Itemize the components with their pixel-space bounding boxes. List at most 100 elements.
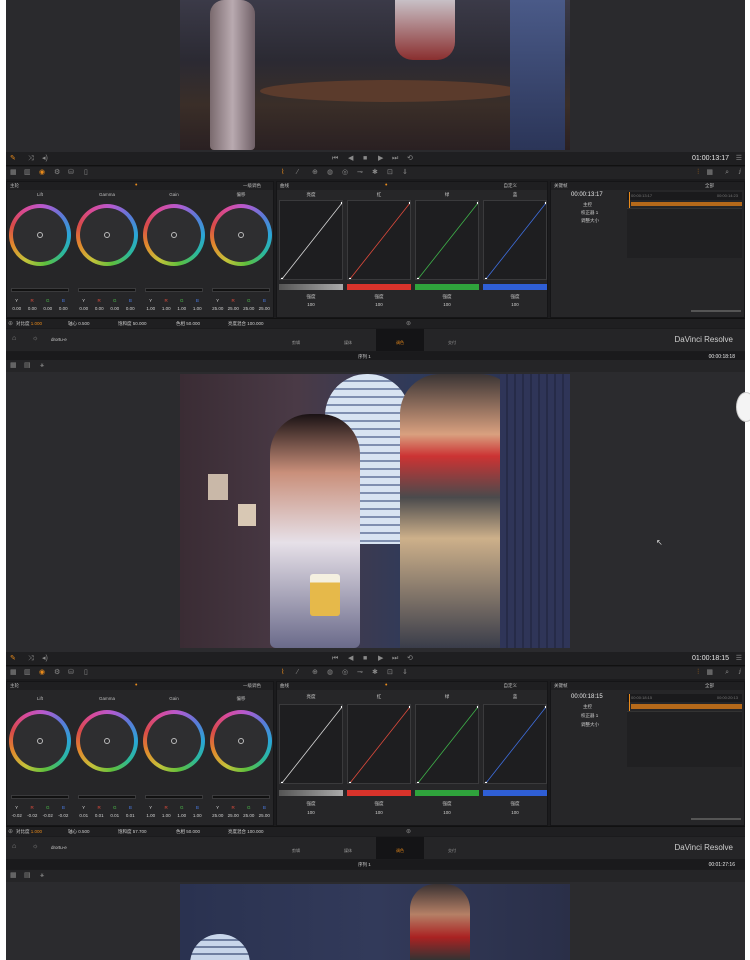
value[interactable]: 0.01: [95, 813, 104, 818]
play-icon[interactable]: ▶: [378, 155, 383, 163]
value[interactable]: -0.02: [58, 813, 68, 818]
curve-intensity-value[interactable]: 100: [415, 302, 479, 307]
value[interactable]: 25.00: [212, 306, 223, 311]
page-tab-media[interactable]: 媒体: [324, 837, 372, 859]
view-grid-icon[interactable]: ▦: [706, 169, 713, 177]
stat-lum-mix[interactable]: 亮度混合 100.000: [228, 321, 264, 327]
prev-icon[interactable]: ◀: [348, 155, 353, 163]
circle-plus-icon[interactable]: ⊕: [8, 828, 13, 836]
zoom-slider[interactable]: [691, 310, 741, 312]
skip-start-icon[interactable]: ⏮: [332, 655, 338, 663]
stat-saturation[interactable]: 饱和度 57.700: [118, 829, 147, 835]
wheel-center-icon[interactable]: [104, 738, 110, 744]
palette-icon[interactable]: ⫶: [697, 169, 699, 177]
offset-values[interactable]: 25.00 25.00 25.00 25.00: [210, 306, 272, 311]
offset-wheel[interactable]: [210, 710, 272, 772]
curve-green[interactable]: [415, 704, 479, 784]
curve-bar-luma[interactable]: [279, 790, 343, 796]
curve-red[interactable]: [347, 704, 411, 784]
stop-icon[interactable]: ■: [363, 155, 367, 163]
curve-bar-blue[interactable]: [483, 284, 547, 290]
curve-bar-green[interactable]: [415, 790, 479, 796]
node-link-icon[interactable]: ⊛: [406, 320, 411, 328]
curve-bar-green[interactable]: [415, 284, 479, 290]
grid-icon[interactable]: ▦: [10, 669, 17, 677]
stat-contrast[interactable]: 对比度 1.000: [16, 829, 42, 835]
skip-start-icon[interactable]: ⏮: [332, 155, 338, 163]
keyframe-row[interactable]: 主控: [583, 202, 592, 208]
value[interactable]: 0.00: [59, 306, 68, 311]
play-icon[interactable]: ▶: [378, 655, 383, 663]
view-grid-icon[interactable]: ▦: [706, 669, 713, 677]
shuffle-icon[interactable]: ⤨: [28, 155, 34, 163]
node-icon[interactable]: ⚙: [54, 669, 60, 677]
curve-intensity-value[interactable]: 100: [483, 810, 547, 815]
grid-icon[interactable]: ▦: [10, 872, 17, 880]
stack-icon[interactable]: ⛁: [68, 169, 74, 177]
stat-saturation[interactable]: 饱和度 50.000: [118, 321, 147, 327]
page-tab-deliver[interactable]: 交付: [428, 837, 476, 859]
pen-icon[interactable]: ✎: [10, 155, 16, 163]
circle-plus-icon[interactable]: ⊕: [8, 320, 13, 328]
info-icon[interactable]: ⅈ: [739, 669, 741, 677]
curve-intensity-value[interactable]: 100: [483, 302, 547, 307]
curve-intensity-value[interactable]: 100: [415, 810, 479, 815]
curve-red[interactable]: [347, 200, 411, 280]
gamma-wheel[interactable]: [76, 204, 138, 266]
keyframe-track-bar[interactable]: [631, 202, 742, 206]
blur-icon[interactable]: ✱: [372, 669, 378, 677]
value[interactable]: 1.00: [177, 306, 186, 311]
3d-icon[interactable]: ⇓: [402, 169, 408, 177]
prev-icon[interactable]: ◀: [348, 655, 353, 663]
wheel-center-icon[interactable]: [37, 232, 43, 238]
value[interactable]: 1.00: [146, 813, 155, 818]
menu-icon[interactable]: ☰: [736, 655, 742, 663]
curve-tool-icon[interactable]: ⌇: [281, 669, 284, 677]
speaker-icon[interactable]: ◂): [42, 155, 48, 163]
value[interactable]: 1.00: [162, 813, 171, 818]
curve-tool-icon[interactable]: ⌇: [281, 169, 284, 177]
track-select[interactable]: 序列 1: [358, 354, 371, 360]
curve-intensity-value[interactable]: 100: [347, 302, 411, 307]
gain-slider[interactable]: [145, 795, 203, 799]
value[interactable]: 0.01: [126, 813, 135, 818]
info-icon[interactable]: ⅈ: [739, 169, 741, 177]
value[interactable]: -0.02: [12, 813, 22, 818]
gain-slider[interactable]: [145, 288, 203, 292]
value[interactable]: 25.00: [243, 813, 254, 818]
page-tab-deliver[interactable]: 交付: [428, 329, 476, 351]
value[interactable]: 25.00: [259, 813, 270, 818]
value[interactable]: -0.02: [43, 813, 53, 818]
wheel-center-icon[interactable]: [238, 738, 244, 744]
page-tab-color[interactable]: 调色: [376, 329, 424, 351]
wheel-center-icon[interactable]: [171, 738, 177, 744]
offset-slider[interactable]: [212, 288, 270, 292]
window-icon[interactable]: ◍: [327, 169, 333, 177]
stat-pivot[interactable]: 轴心 0.500: [68, 829, 90, 835]
gain-values[interactable]: 1.00 1.00 1.00 1.00: [143, 306, 205, 311]
keyframe-row[interactable]: 调整大小: [581, 218, 599, 224]
curve-green[interactable]: [415, 200, 479, 280]
keyframe-row[interactable]: 主控: [583, 704, 592, 710]
key-icon[interactable]: ⊸: [357, 669, 363, 677]
menu-icon[interactable]: ☰: [736, 155, 742, 163]
search-icon[interactable]: ⌕: [725, 669, 729, 677]
value[interactable]: 0.00: [28, 306, 37, 311]
zoom-slider[interactable]: [691, 818, 741, 820]
value[interactable]: 0.00: [126, 306, 135, 311]
grid-icon[interactable]: ▦: [10, 169, 17, 177]
value[interactable]: 0.00: [110, 306, 119, 311]
film-icon[interactable]: ▤: [24, 362, 31, 370]
keyframe-track-bar[interactable]: [631, 704, 742, 709]
keyframe-row[interactable]: 校正器 1: [581, 713, 598, 719]
stat-contrast[interactable]: 对比度 1.000: [16, 321, 42, 327]
wheel-mode-icon[interactable]: ◉: [39, 669, 45, 677]
curve-blue[interactable]: [483, 200, 547, 280]
curve-bar-red[interactable]: [347, 284, 411, 290]
mode-select[interactable]: 一级调色: [243, 182, 261, 190]
gamma-wheel[interactable]: [76, 710, 138, 772]
track-select[interactable]: 序列 1: [358, 862, 371, 868]
curve-intensity-value[interactable]: 100: [347, 810, 411, 815]
curves-mode-select[interactable]: 自定义: [504, 682, 518, 690]
value[interactable]: 25.00: [243, 306, 254, 311]
